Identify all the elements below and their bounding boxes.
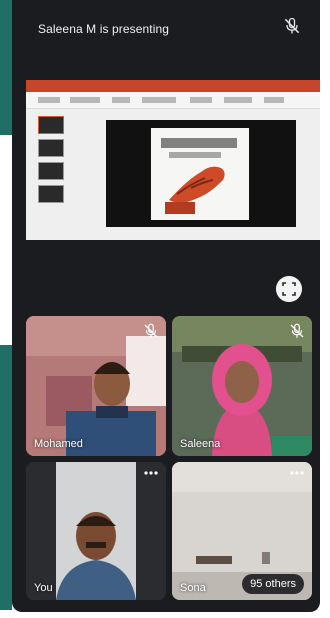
slide-thumbnail[interactable] — [38, 185, 64, 203]
slide-thumbnails — [30, 116, 72, 208]
participant-tile-you[interactable]: You — [26, 462, 166, 600]
participant-name: You — [34, 582, 53, 594]
left-edge-strip-top — [0, 0, 12, 135]
mic-off-icon[interactable] — [282, 16, 302, 36]
slide-thumbnail[interactable] — [38, 116, 64, 134]
mic-off-icon — [144, 323, 158, 338]
shared-screen[interactable] — [26, 80, 320, 240]
slide-thumbnail[interactable] — [38, 162, 64, 180]
left-edge-strip-bottom — [0, 345, 12, 610]
more-options-icon[interactable] — [144, 470, 158, 476]
participant-tile-sona[interactable]: Sona 95 others — [172, 462, 312, 600]
participant-name: Mohamed — [34, 438, 83, 450]
slide-thumbnail[interactable] — [38, 139, 64, 157]
participant-name: Saleena — [180, 438, 221, 450]
slide-image — [151, 128, 249, 220]
slide-canvas — [106, 120, 296, 227]
presenting-title: Saleena M is presenting — [38, 22, 170, 36]
presentation-header: Saleena M is presenting — [12, 0, 320, 60]
app-ribbon — [26, 80, 320, 92]
app-toolbar — [26, 92, 320, 109]
fullscreen-icon[interactable] — [276, 276, 302, 302]
participant-video — [26, 462, 166, 600]
participant-tile-mohamed[interactable]: Mohamed — [26, 316, 166, 456]
others-count-badge[interactable]: 95 others — [242, 574, 304, 594]
hand-illustration — [161, 138, 237, 214]
mic-off-icon — [290, 323, 304, 338]
participant-tile-saleena[interactable]: Saleena — [172, 316, 312, 456]
meeting-window: Saleena M is presenting Mohamed Saleena … — [12, 0, 320, 612]
more-options-icon[interactable] — [290, 470, 304, 476]
participant-name: Sona — [180, 582, 206, 594]
